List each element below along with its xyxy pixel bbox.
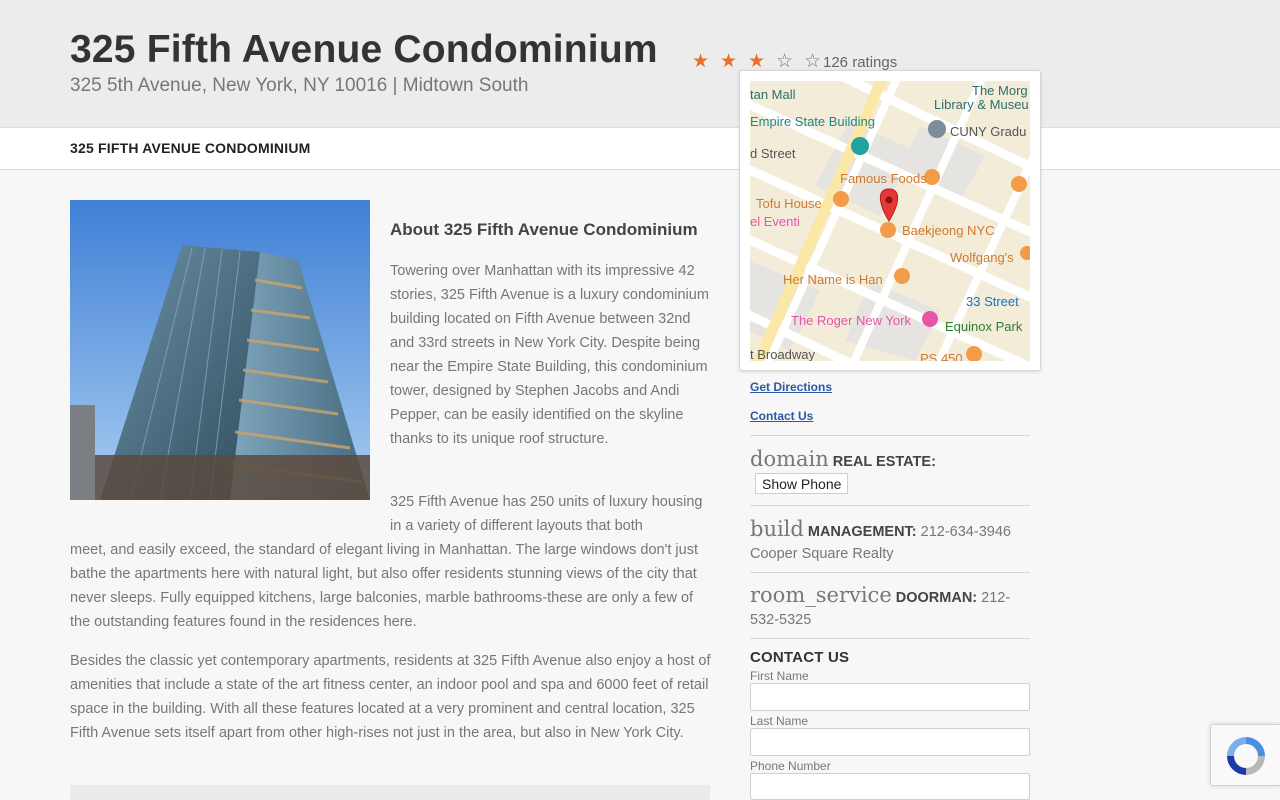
contact-heading: CONTACT US: [750, 649, 850, 666]
map-label: CUNY Gradu: [950, 124, 1027, 139]
management-phone: 212-634-3946: [920, 524, 1011, 540]
map-label: Wolfgang's: [950, 250, 1014, 265]
subnav-bar: 325 FIFTH AVENUE CONDOMINIUM: [0, 128, 1280, 170]
domain-icon: domain: [750, 447, 829, 471]
divider: [750, 638, 1030, 639]
star-filled-icon[interactable]: ★: [692, 50, 720, 73]
building-photo: [70, 200, 370, 500]
location-map[interactable]: tan Mall The Morg Library & Museu Empire…: [750, 81, 1030, 361]
doorman-label: DOORMAN:: [895, 590, 978, 606]
first-name-label: First Name: [750, 669, 809, 683]
management-label: MANAGEMENT:: [807, 524, 917, 540]
get-directions-link[interactable]: Get Directions: [750, 380, 832, 394]
build-icon: build: [750, 517, 804, 541]
page-header: 325 Fifth Avenue Condominium 325 5th Ave…: [0, 0, 1280, 128]
phone-number-label: Phone Number: [750, 759, 831, 773]
map-label: Baekjeong NYC: [902, 223, 995, 238]
map-label: d Street: [750, 146, 796, 161]
last-name-label: Last Name: [750, 714, 809, 728]
real-estate-block: domain REAL ESTATE:: [750, 448, 1035, 473]
address-subtitle: 325 5th Avenue, New York, NY 10016 | Mid…: [70, 75, 529, 96]
recaptcha-badge[interactable]: [1210, 724, 1280, 786]
recaptcha-icon: [1227, 737, 1265, 775]
show-phone-button[interactable]: Show Phone: [755, 473, 849, 494]
divider: [750, 572, 1030, 573]
about-paragraph-1: Towering over Manhattan with its impress…: [390, 263, 709, 447]
about-paragraph-2-rest: meet, and easily exceed, the standard of…: [70, 542, 698, 630]
map-label: Her Name is Han: [783, 272, 883, 287]
map-label: PS 450: [920, 351, 963, 361]
divider: [750, 505, 1030, 506]
subnav-title[interactable]: 325 FIFTH AVENUE CONDOMINIUM: [70, 140, 311, 156]
map-card: tan Mall The Morg Library & Museu Empire…: [739, 70, 1041, 371]
map-label: tan Mall: [750, 87, 796, 102]
map-label: Empire State Building: [750, 114, 876, 129]
management-company: Cooper Square Realty: [750, 546, 894, 562]
first-name-field[interactable]: [750, 683, 1030, 711]
map-label: The Morg: [972, 83, 1028, 98]
management-block: build MANAGEMENT: 212-634-3946 Cooper Sq…: [750, 518, 1035, 565]
room-service-icon: room_service: [750, 583, 892, 607]
map-label: Equinox Park: [945, 319, 1023, 334]
last-name-field[interactable]: [750, 728, 1030, 756]
map-label: The Roger New York: [791, 313, 911, 328]
map-label: Library & Museu: [934, 97, 1029, 112]
doorman-block: room_service DOORMAN: 212-532-5325: [750, 584, 1035, 631]
map-label: el Eventi: [750, 214, 800, 229]
map-label: Famous Foods: [840, 171, 927, 186]
page-title: 325 Fifth Avenue Condominium: [70, 28, 658, 71]
about-heading: About 325 Fifth Avenue Condominium: [390, 220, 698, 239]
ratings-count: 126 ratings: [823, 54, 898, 71]
about-paragraph-2-start: 325 Fifth Avenue has 250 units of luxury…: [390, 494, 703, 534]
divider: [750, 435, 1030, 436]
phone-number-field[interactable]: [750, 773, 1030, 800]
contact-us-link[interactable]: Contact Us: [750, 409, 813, 423]
content-bottom-bar: [70, 785, 710, 800]
map-label: t Broadway: [750, 347, 816, 361]
map-label: Tofu House: [756, 196, 822, 211]
real-estate-label: REAL ESTATE:: [832, 454, 936, 470]
map-label: 33 Street: [966, 294, 1019, 309]
about-paragraph-3: Besides the classic yet contemporary apa…: [70, 653, 711, 741]
